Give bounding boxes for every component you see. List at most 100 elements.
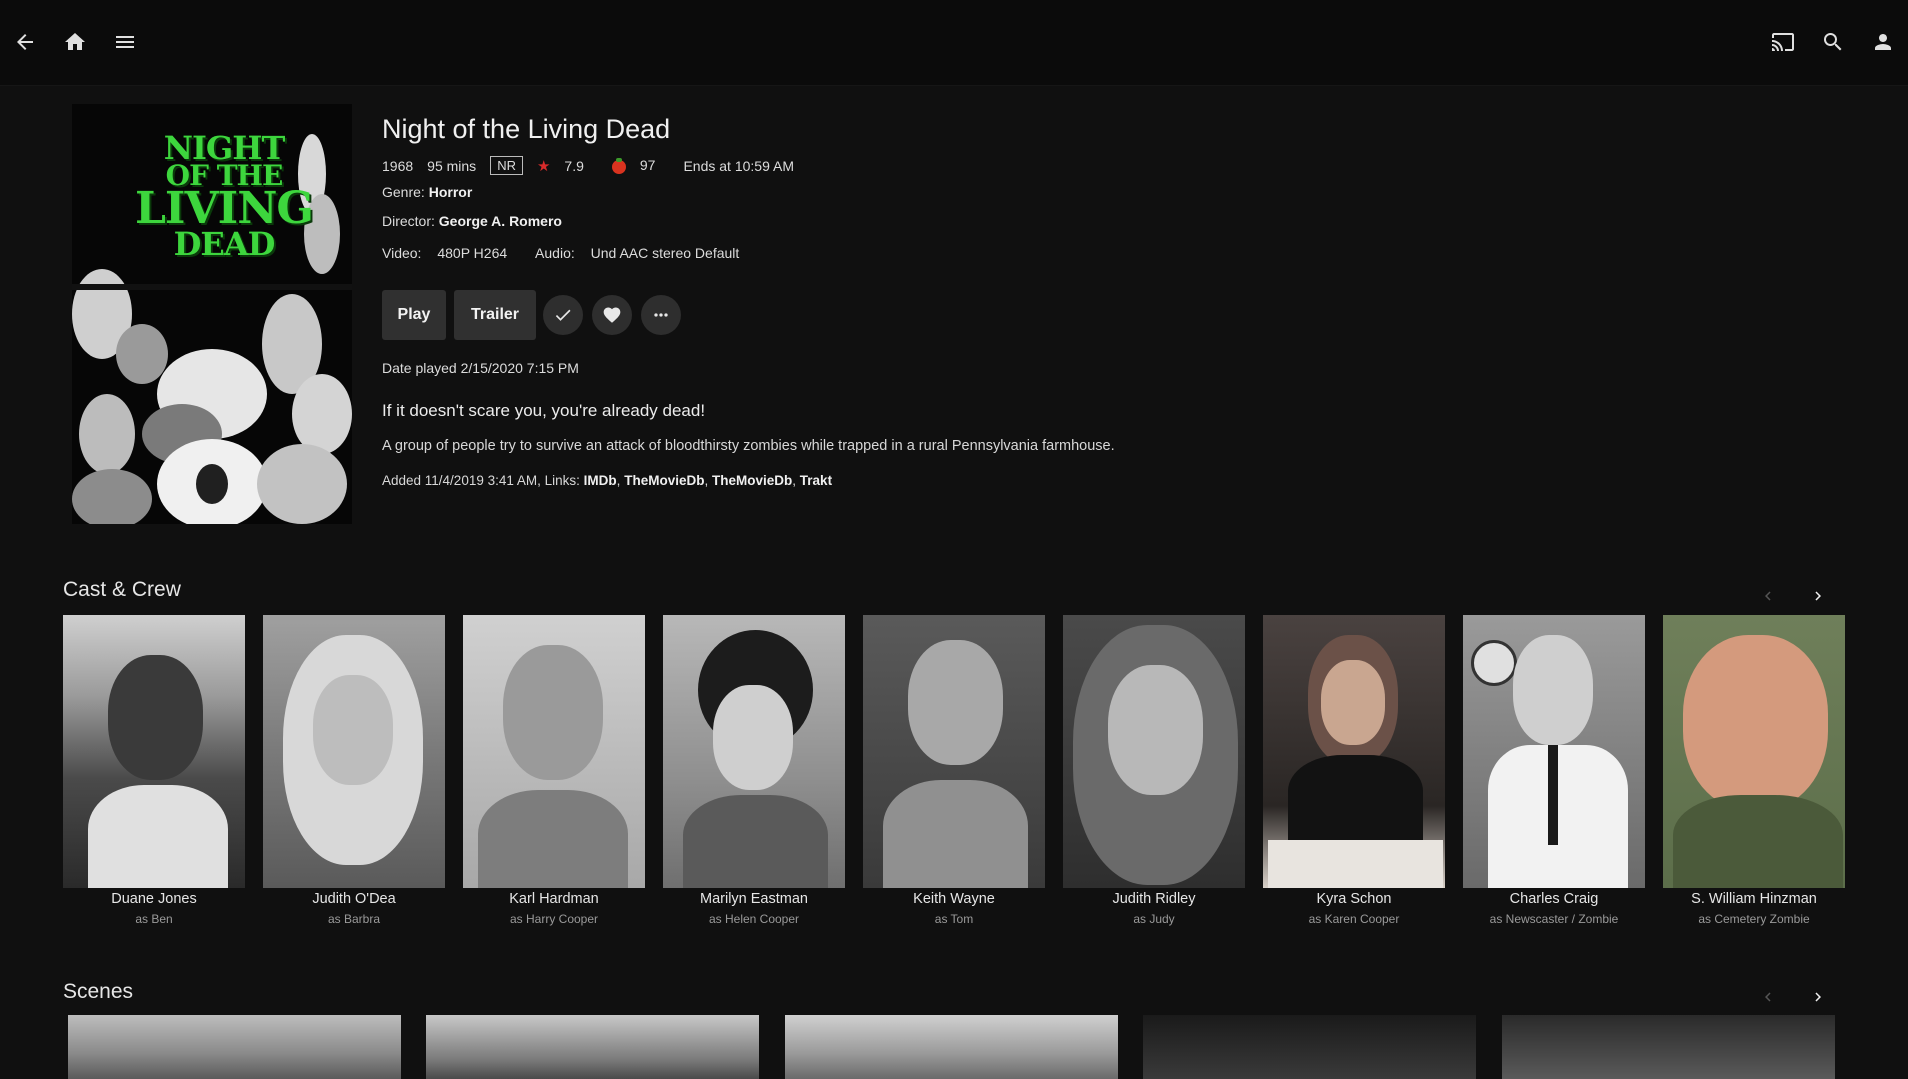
audio-label: Audio:: [535, 245, 575, 261]
more-horizontal-icon: [654, 313, 668, 317]
cast-name: Kyra Schon: [1316, 891, 1392, 907]
video-info: 480P H264: [437, 245, 508, 261]
poster-title-line: DEAD: [173, 224, 276, 263]
mark-played-button[interactable]: [543, 295, 583, 335]
themoviedb-link[interactable]: TheMovieDb: [712, 473, 792, 488]
link-separator: ,: [792, 473, 797, 488]
star-icon: ★: [536, 157, 551, 175]
cast-name: Judith O'Dea: [312, 891, 396, 907]
scenes-scroll-right-button[interactable]: [1804, 983, 1832, 1011]
media-info-line: Video: 480P H264 Audio: Und AAC stereo D…: [382, 245, 739, 261]
cast-photo: [463, 615, 645, 888]
cast-card[interactable]: Charles Craig as Newscaster / Zombie: [1463, 615, 1645, 926]
cast-role: as Barbra: [327, 912, 381, 926]
cast-scroll-left-button[interactable]: [1754, 582, 1782, 610]
check-icon: [555, 309, 571, 321]
cast-card[interactable]: Marilyn Eastman as Helen Cooper: [663, 615, 845, 926]
cast-role: as Helen Cooper: [708, 912, 800, 926]
scene-thumbnail[interactable]: [1143, 1015, 1476, 1079]
cast-photo: [1263, 615, 1445, 888]
director-label: Director:: [382, 213, 435, 229]
cast-role: as Ben: [135, 912, 173, 926]
genre-link[interactable]: Horror: [429, 184, 473, 200]
overview: A group of people try to survive an atta…: [382, 438, 1115, 454]
link-separator: ,: [704, 473, 709, 488]
chevron-right-icon: [1815, 591, 1821, 601]
scene-thumbnail[interactable]: [1502, 1015, 1835, 1079]
cast-card[interactable]: Kyra Schon as Karen Cooper: [1263, 615, 1445, 926]
movie-title: Night of the Living Dead: [382, 114, 671, 144]
cast-card[interactable]: Duane Jones as Ben: [63, 615, 245, 926]
chevron-left-icon: [1765, 591, 1771, 601]
director-link[interactable]: George A. Romero: [439, 213, 562, 229]
top-app-bar: [0, 0, 1908, 86]
cast-card[interactable]: Judith Ridley as Judy: [1063, 615, 1245, 926]
cast-button[interactable]: [1763, 22, 1803, 62]
more-options-button[interactable]: [641, 295, 681, 335]
home-icon: [65, 33, 85, 50]
chevron-right-icon: [1815, 992, 1821, 1002]
cast-icon: [1772, 33, 1794, 51]
director-line: Director: George A. Romero: [382, 213, 562, 229]
trailer-button[interactable]: Trailer: [454, 290, 536, 340]
cast-card[interactable]: S. William Hinzman as Cemetery Zombie: [1663, 615, 1845, 926]
cast-name: Keith Wayne: [913, 891, 995, 907]
cast-card[interactable]: Judith O'Dea as Barbra: [263, 615, 445, 926]
added-links-line: Added 11/4/2019 3:41 AM, Links: IMDb, Th…: [382, 473, 832, 488]
cast-photo: [663, 615, 845, 888]
community-rating: ★ 7.9: [537, 157, 598, 175]
official-rating-badge: NR: [490, 156, 523, 175]
added-date: Added 11/4/2019 3:41 AM, Links:: [382, 473, 580, 488]
cast-name: Judith Ridley: [1112, 891, 1196, 907]
cast-photo: [1463, 615, 1645, 888]
cast-name: Duane Jones: [111, 891, 197, 907]
play-button[interactable]: Play: [382, 290, 446, 340]
scene-thumbnail[interactable]: [68, 1015, 401, 1079]
cast-card[interactable]: Karl Hardman as Harry Cooper: [463, 615, 645, 926]
hamburger-menu-icon: [116, 36, 134, 48]
video-label: Video:: [382, 245, 422, 261]
home-button[interactable]: [55, 22, 95, 62]
cast-scroll-right-button[interactable]: [1804, 582, 1832, 610]
meta-row: 1968 95 mins NR ★ 7.9 97 Ends at 10:59 AM: [382, 156, 808, 175]
poster-title-line: LIVING: [134, 183, 314, 235]
runtime: 95 mins: [427, 157, 477, 174]
cast-role: as Cemetery Zombie: [1698, 912, 1810, 926]
cast-role: as Judy: [1133, 912, 1175, 926]
release-year: 1968: [382, 157, 414, 174]
search-button[interactable]: [1813, 22, 1853, 62]
cast-role: as Newscaster / Zombie: [1489, 912, 1619, 926]
cast-name: Charles Craig: [1509, 891, 1599, 907]
scenes-scroll-left-button[interactable]: [1754, 983, 1782, 1011]
cast-name: Marilyn Eastman: [700, 891, 808, 907]
date-played: Date played 2/15/2020 7:15 PM: [382, 360, 579, 376]
cast-card[interactable]: Keith Wayne as Tom: [863, 615, 1045, 926]
themoviedb-link[interactable]: TheMovieDb: [624, 473, 704, 488]
cast-name: S. William Hinzman: [1691, 891, 1817, 907]
trakt-link[interactable]: Trakt: [800, 473, 832, 488]
person-icon: [1875, 34, 1891, 50]
cast-photo: [1663, 615, 1845, 888]
heart-icon: [603, 307, 621, 323]
cast-section-title: Cast & Crew: [63, 578, 181, 601]
favorite-button[interactable]: [592, 295, 632, 335]
scene-thumbnail[interactable]: [426, 1015, 759, 1079]
chevron-left-icon: [1765, 992, 1771, 1002]
audio-info: Und AAC stereo Default: [590, 245, 740, 261]
critic-rating-value: 97: [639, 157, 656, 174]
scene-thumbnail[interactable]: [785, 1015, 1118, 1079]
genre-line: Genre: Horror: [382, 184, 472, 200]
menu-button[interactable]: [105, 22, 145, 62]
back-button[interactable]: [5, 22, 45, 62]
cast-photo: [263, 615, 445, 888]
arrow-left-icon: [17, 34, 33, 50]
cast-role: as Harry Cooper: [509, 912, 599, 926]
scenes-section-title: Scenes: [63, 980, 134, 1003]
cast-photo: [63, 615, 245, 888]
critic-rating: 97: [611, 157, 670, 174]
imdb-link[interactable]: IMDb: [584, 473, 617, 488]
movie-poster[interactable]: NIGHT OF THE LIVING DEAD: [72, 104, 352, 524]
user-button[interactable]: [1863, 22, 1903, 62]
link-separator: ,: [616, 473, 621, 488]
tagline: If it doesn't scare you, you're already …: [382, 401, 706, 420]
